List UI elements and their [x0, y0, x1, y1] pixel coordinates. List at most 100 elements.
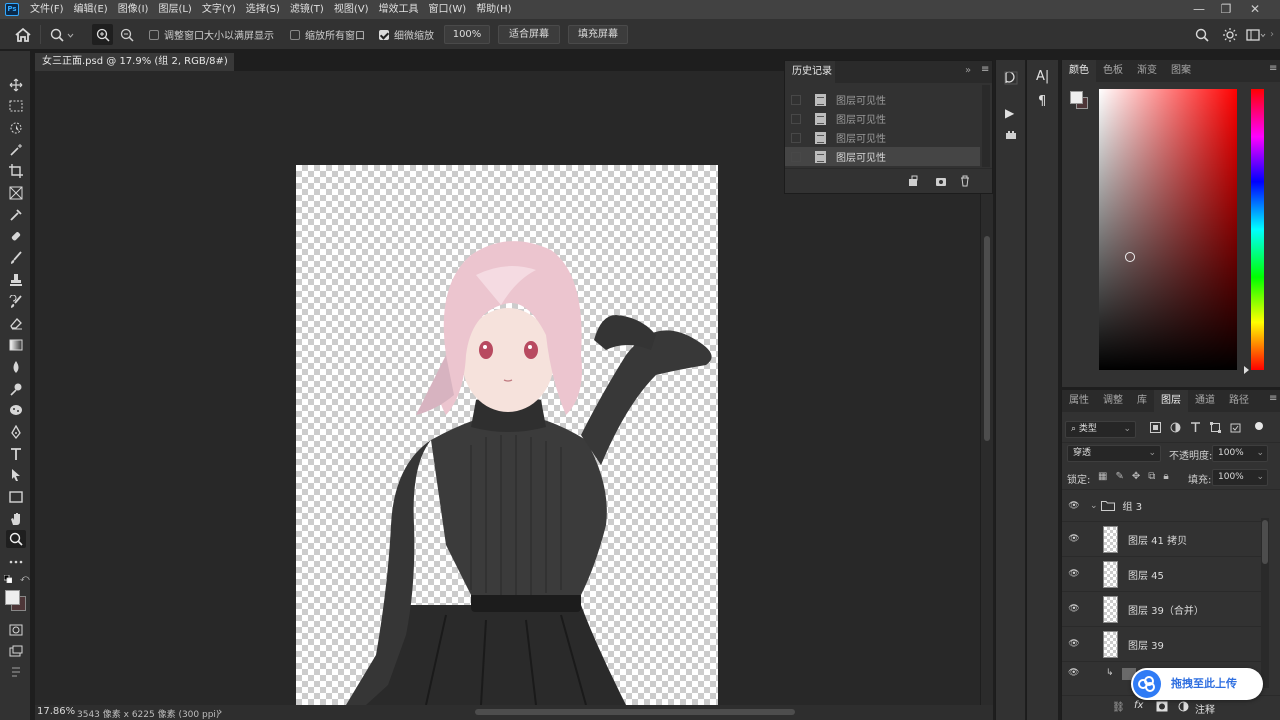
horizontal-scroll-thumb[interactable] [475, 709, 795, 715]
adjustment-layer-icon[interactable] [1178, 701, 1189, 715]
lock-pixels-icon[interactable]: ✎ [1115, 471, 1123, 482]
history-source-checkbox[interactable] [791, 94, 801, 105]
gradient-tool-icon[interactable] [6, 336, 26, 354]
menu-item-9[interactable]: 窗口(W) [423, 0, 471, 19]
lock-all-icon[interactable]: 🔒︎ [1163, 471, 1168, 482]
filter-kind-dropdown[interactable]: ⌕ 类型 ⌄ [1065, 421, 1136, 438]
swap-colors-icon[interactable]: ⤺ [20, 574, 30, 584]
layers-tab-5[interactable]: 路径 [1222, 390, 1256, 412]
close-icon[interactable]: ✕ [1244, 0, 1266, 19]
visibility-eye-icon[interactable]: 👁︎ [1062, 534, 1086, 544]
menu-item-3[interactable]: 图层(L) [153, 0, 196, 19]
history-state-row[interactable]: 图层可见性 [785, 128, 980, 147]
path-selection-tool-icon[interactable] [6, 466, 26, 484]
color-panel-menu-icon[interactable]: ≡ [1269, 63, 1277, 74]
history-brush-tool-icon[interactable] [6, 293, 26, 311]
history-state-row[interactable]: 图层可见性 [785, 147, 980, 166]
resize-windows-checkbox[interactable]: 调整窗口大小以满屏显示 [149, 19, 274, 50]
saturation-brightness-field[interactable] [1099, 89, 1237, 370]
color-tab-1[interactable]: 色板 [1096, 60, 1130, 82]
history-scrollbar[interactable] [982, 85, 990, 167]
history-source-checkbox[interactable] [791, 132, 801, 143]
foreground-color-swatch[interactable] [5, 590, 20, 605]
brush-tool-icon[interactable] [6, 249, 26, 267]
screen-mode-icon[interactable] [6, 642, 26, 660]
restore-icon[interactable]: ❐ [1215, 0, 1237, 19]
menu-item-6[interactable]: 滤镜(T) [285, 0, 329, 19]
history-state-row[interactable]: 图层可见性 [785, 90, 980, 109]
type-tool-icon[interactable] [6, 445, 26, 463]
lock-position-icon[interactable]: ✥ [1132, 471, 1140, 482]
layer-row[interactable]: 👁︎ 图层 39（合并） [1062, 592, 1269, 627]
more-tools-icon[interactable] [6, 553, 26, 571]
layers-tab-0[interactable]: 属性 [1062, 390, 1096, 412]
hue-slider[interactable] [1251, 89, 1264, 370]
layer-row[interactable]: 👁︎ 图层 41 拷贝 [1062, 522, 1269, 557]
workspace-icon[interactable] [1246, 19, 1266, 50]
eyedropper-tool-icon[interactable] [6, 206, 26, 224]
menu-item-8[interactable]: 增效工具 [373, 0, 423, 19]
frame-tool-icon[interactable] [6, 184, 26, 202]
visibility-eye-icon[interactable]: 👁︎ [1062, 604, 1086, 614]
link-layers-icon[interactable]: ⛓︎ [1112, 702, 1125, 713]
history-state-row[interactable]: 图层可见性 [785, 109, 980, 128]
visibility-eye-icon[interactable]: 👁︎ [1062, 639, 1086, 649]
menu-item-5[interactable]: 选择(S) [241, 0, 285, 19]
zoom-tool-selected-icon[interactable] [6, 530, 26, 548]
layers-tab-4[interactable]: 通道 [1188, 390, 1222, 412]
history-panel-icon[interactable] [1003, 70, 1019, 89]
layers-scroll-thumb[interactable] [1262, 520, 1268, 564]
color-picker-cursor[interactable] [1125, 252, 1135, 262]
type-filter-icon[interactable] [1190, 422, 1201, 433]
opacity-field[interactable]: 100% ⌄ [1212, 445, 1268, 462]
paragraph-panel-icon[interactable]: ¶ [1038, 94, 1046, 109]
dodge-tool-icon[interactable] [6, 380, 26, 398]
blend-mode-dropdown[interactable]: 穿透 ⌄ [1067, 445, 1161, 462]
layer-mask-icon[interactable] [1156, 701, 1168, 715]
visibility-eye-icon[interactable]: 👁︎ [1062, 501, 1086, 511]
panel-menu-icon[interactable]: ≡ [981, 64, 989, 75]
history-source-checkbox[interactable] [791, 151, 801, 162]
group-expand-icon[interactable]: ⌄ [1090, 501, 1098, 511]
zoom-100-button[interactable]: 100% [444, 25, 490, 44]
clone-stamp-tool-icon[interactable] [6, 271, 26, 289]
layers-tab-3[interactable]: 图层 [1154, 390, 1188, 412]
hue-slider-handle[interactable] [1244, 366, 1249, 374]
document-canvas[interactable] [296, 165, 718, 705]
default-colors-icon[interactable] [3, 574, 13, 584]
delete-icon[interactable] [959, 175, 971, 190]
fill-screen-button[interactable]: 填充屏幕 [568, 25, 628, 44]
foreground-color-chip[interactable] [1070, 91, 1083, 104]
quick-mask-icon[interactable] [6, 621, 26, 639]
visibility-eye-icon[interactable]: 👁︎ [1068, 668, 1079, 678]
collapse-panel-icon[interactable]: » [965, 65, 971, 76]
color-tab-3[interactable]: 图案 [1164, 60, 1198, 82]
scrubby-zoom-checkbox[interactable]: 细微缩放 [379, 19, 434, 50]
blur-tool-icon[interactable] [6, 358, 26, 376]
visibility-eye-icon[interactable]: 👁︎ [1062, 569, 1086, 579]
hand-tool-icon[interactable] [6, 510, 26, 528]
character-panel-icon[interactable]: A| [1036, 69, 1049, 84]
scrubby-zoom-check[interactable] [379, 29, 389, 40]
discover-icon[interactable] [1222, 19, 1238, 50]
zoom-level[interactable]: 17.86% [37, 706, 75, 717]
tool-presets-icon[interactable] [1005, 130, 1017, 143]
magic-wand-tool-icon[interactable] [6, 141, 26, 159]
color-tab-0[interactable]: 颜色 [1062, 60, 1096, 82]
filter-toggle-icon[interactable] [1255, 422, 1263, 430]
crop-tool-icon[interactable] [6, 162, 26, 180]
layers-tab-2[interactable]: 库 [1130, 390, 1154, 412]
horizontal-scrollbar[interactable] [275, 708, 985, 717]
layer-group-row[interactable]: 👁︎ ⌄ 组 3 [1062, 490, 1269, 522]
edit-toolbar-icon[interactable] [6, 664, 26, 682]
minimize-icon[interactable]: — [1188, 0, 1210, 19]
color-tab-2[interactable]: 渐变 [1130, 60, 1164, 82]
layer-row[interactable]: 👁︎ 图层 39 [1062, 627, 1269, 662]
pen-tool-icon[interactable] [6, 423, 26, 441]
history-source-checkbox[interactable] [791, 113, 801, 124]
fill-field[interactable]: 100% ⌄ [1212, 469, 1268, 486]
layers-panel-menu-icon[interactable]: ≡ [1269, 393, 1277, 404]
menu-item-0[interactable]: 文件(F) [25, 0, 69, 19]
zoom-in-icon[interactable] [92, 24, 113, 45]
object-selection-tool-icon[interactable] [6, 119, 26, 137]
